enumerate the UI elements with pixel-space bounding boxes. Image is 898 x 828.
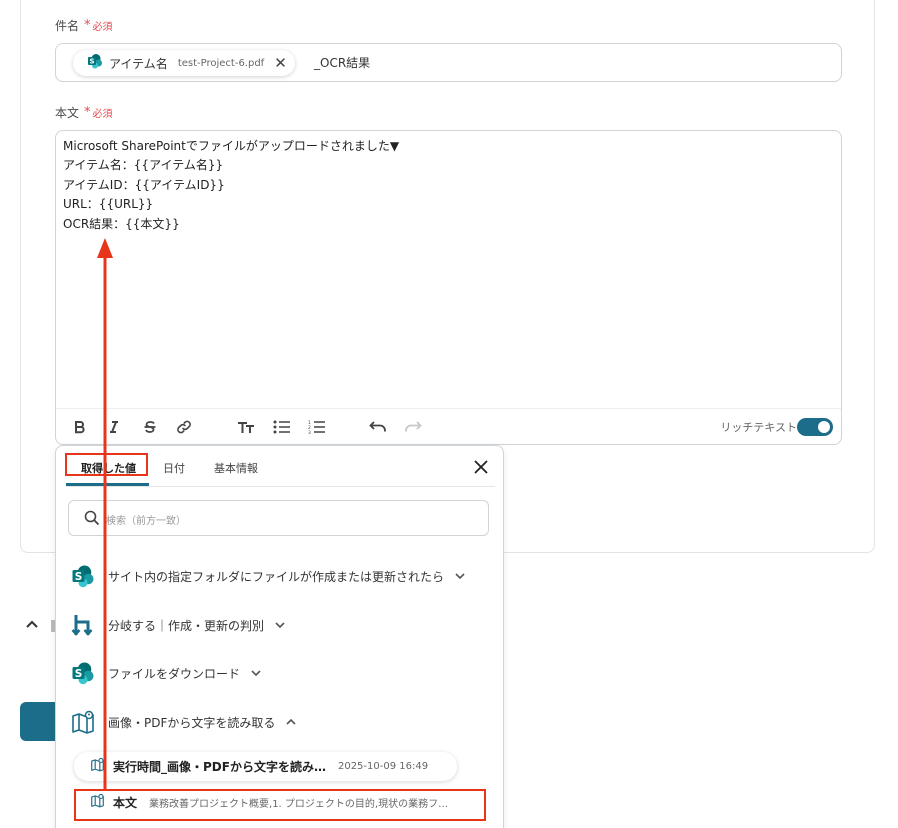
- annotation-arrow: [97, 238, 113, 790]
